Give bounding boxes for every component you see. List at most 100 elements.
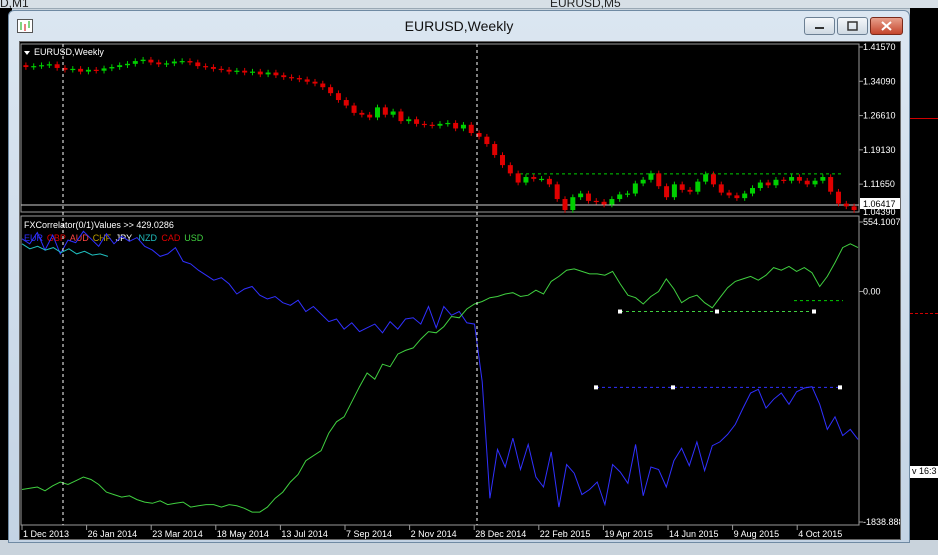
candle-body (187, 61, 193, 63)
candle-body (468, 124, 474, 134)
price-tick-label: 1.26610 (863, 111, 896, 121)
candle-body (70, 68, 76, 71)
candle-body (718, 184, 724, 193)
candle-body (656, 173, 662, 187)
chart-window[interactable]: EURUSD,Weekly 1.41570 1.34090 1.26610 1.191… (8, 10, 910, 543)
candle-body (164, 63, 170, 65)
candle-body (195, 62, 201, 67)
candle-body (78, 68, 84, 72)
candle-body (617, 194, 623, 200)
candle-body (460, 124, 466, 129)
candle-body (148, 59, 154, 63)
candle-body (773, 179, 779, 186)
candle-body (507, 165, 513, 174)
candle-body (820, 177, 826, 181)
candle-body (289, 77, 295, 79)
candle-body (804, 180, 810, 185)
candle-body (492, 144, 498, 156)
time-tick-label: 26 Jan 2014 (88, 529, 138, 539)
price-tick-label: 1.41570 (863, 42, 896, 52)
indicator-label: FXCorrelator(0/1)Values >> 429.0286 (24, 220, 174, 230)
candle-body (304, 79, 310, 82)
maximize-icon (847, 21, 858, 31)
candle-body (93, 69, 99, 71)
candle-body (648, 173, 654, 180)
candle-body (234, 70, 240, 72)
candle-body (179, 61, 185, 63)
candle-body (382, 107, 388, 115)
candle-body (632, 183, 638, 194)
candle-body (39, 65, 45, 67)
candle-body (132, 61, 138, 64)
close-button[interactable] (870, 17, 903, 35)
level-anchor-point[interactable] (715, 309, 719, 314)
candle-body (398, 111, 404, 122)
candle-body (156, 62, 162, 65)
lower-price-label: 1.04390 (863, 207, 896, 217)
candle-body (31, 66, 37, 68)
candle-body (523, 177, 529, 183)
level-anchor-point[interactable] (671, 385, 675, 390)
chart-canvas[interactable]: 1.415701.340901.266101.191301.11650 1.06… (20, 42, 904, 539)
candle-body (85, 69, 91, 72)
candle-body (257, 71, 263, 75)
price-tick-label: 1.11650 (863, 179, 895, 189)
chart-area[interactable]: 1.41570 1.34090 1.26610 1.19130 1.11650 1.06… (19, 41, 904, 540)
indicator-tick-label: -1838.888 (863, 517, 900, 527)
candle-body (828, 177, 834, 192)
candle-body (406, 119, 412, 122)
candle-body (812, 180, 818, 185)
candle-body (687, 189, 693, 192)
minimize-button[interactable] (804, 17, 835, 35)
time-tick-label: 2 Nov 2014 (411, 529, 457, 539)
time-tick-label: 22 Feb 2015 (540, 529, 591, 539)
time-tick-label: 18 May 2014 (217, 529, 269, 539)
candle-body (328, 87, 334, 94)
level-anchor-point[interactable] (594, 385, 598, 390)
candle-body (500, 155, 506, 166)
candle-body (742, 193, 748, 199)
background-window-title-right: EURUSD,M5 (550, 0, 621, 10)
candle-body (781, 179, 787, 181)
level-anchor-point[interactable] (618, 309, 622, 314)
candle-body (453, 122, 459, 129)
level-anchor-point[interactable] (812, 309, 816, 314)
candle-body (242, 70, 248, 73)
candle-body (54, 64, 60, 68)
candle-body (140, 59, 146, 62)
window-title: EURUSD,Weekly (404, 18, 514, 34)
minimize-icon (815, 27, 824, 29)
background-time-label: v 16:3 (912, 466, 937, 476)
candle-body (226, 69, 232, 72)
candle-body (843, 203, 849, 207)
candle-body (539, 178, 545, 181)
level-anchor-point[interactable] (838, 385, 842, 390)
candle-body (273, 72, 279, 76)
candle-body (562, 199, 568, 211)
indicator-tick-label: 0.00 (863, 286, 881, 296)
candle-body (640, 179, 646, 184)
price-tick-label: 1.34090 (863, 76, 896, 86)
candle-body (359, 112, 365, 115)
candle-body (210, 67, 216, 69)
time-tick-label: 9 Aug 2015 (734, 529, 780, 539)
candle-body (117, 65, 123, 68)
maximize-button[interactable] (837, 17, 868, 35)
indicator-tick-label: 554.1007 (863, 217, 900, 227)
candle-body (695, 181, 701, 192)
candle-body (101, 68, 107, 71)
candle-body (484, 136, 490, 145)
candle-body (703, 174, 709, 182)
candle-body (109, 67, 115, 69)
candle-body (249, 71, 255, 73)
candle-body (390, 111, 396, 115)
candle-body (609, 199, 615, 205)
title-bar[interactable]: EURUSD,Weekly (9, 11, 909, 41)
background-window-strip (0, 0, 938, 9)
candle-body (531, 177, 537, 179)
candle-body (312, 81, 318, 84)
candle-body (671, 184, 677, 198)
time-tick-label: 19 Apr 2015 (604, 529, 653, 539)
candle-body (578, 193, 584, 198)
candle-body (296, 78, 302, 80)
